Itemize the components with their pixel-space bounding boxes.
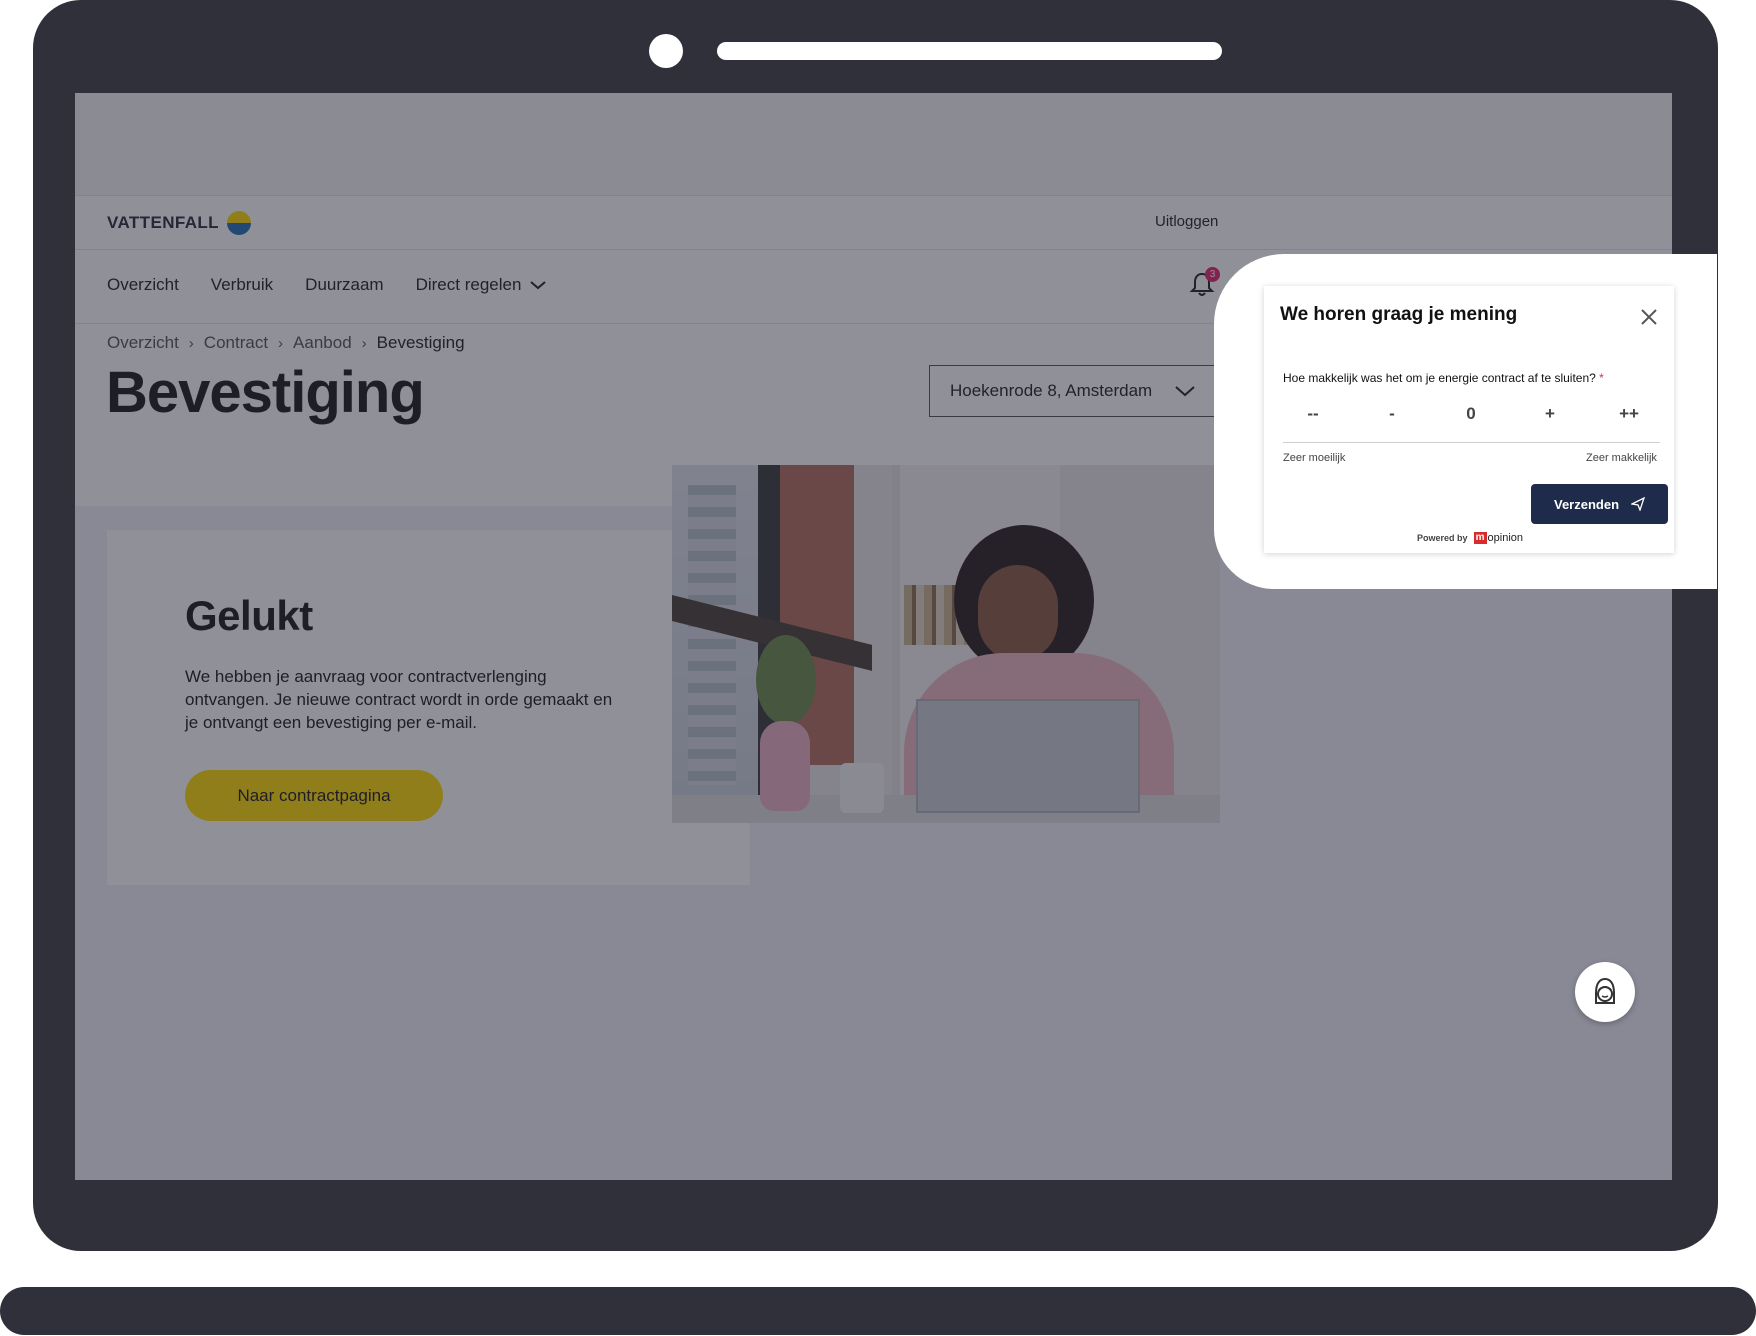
rating-label-high: Zeer makkelijk bbox=[1586, 452, 1657, 464]
required-marker: * bbox=[1599, 371, 1604, 385]
feedback-dialog: We horen graag je mening Hoe makkelijk w… bbox=[1264, 286, 1674, 553]
chat-button[interactable] bbox=[1575, 962, 1635, 1022]
rating-label-low: Zeer moeilijk bbox=[1283, 452, 1346, 464]
camera bbox=[649, 34, 683, 68]
chat-agent-icon bbox=[1595, 977, 1615, 1004]
powered-by: Powered by m opinion bbox=[1417, 532, 1523, 544]
powered-by-label: Powered by bbox=[1417, 533, 1468, 543]
feedback-title: We horen graag je mening bbox=[1280, 304, 1518, 325]
rating-option-easy[interactable]: + bbox=[1520, 404, 1580, 424]
feedback-question: Hoe makkelijk was het om je energie cont… bbox=[1283, 371, 1604, 385]
rating-option-hard[interactable]: - bbox=[1362, 404, 1422, 424]
send-button-label: Verzenden bbox=[1553, 496, 1620, 512]
mopinion-logo[interactable]: m opinion bbox=[1473, 532, 1523, 544]
rating-option-neutral[interactable]: 0 bbox=[1441, 404, 1501, 424]
rating-option-very-easy[interactable]: ++ bbox=[1599, 404, 1659, 424]
send-icon bbox=[1631, 497, 1646, 511]
feedback-question-text: Hoe makkelijk was het om je energie cont… bbox=[1283, 371, 1596, 385]
mopinion-name: opinion bbox=[1487, 532, 1523, 544]
send-button[interactable]: Verzenden bbox=[1531, 484, 1668, 524]
close-icon[interactable] bbox=[1638, 306, 1660, 328]
rating-scale-line bbox=[1283, 442, 1660, 443]
speaker-bar bbox=[717, 42, 1222, 60]
laptop-base bbox=[0, 1287, 1756, 1335]
rating-option-very-hard[interactable]: -- bbox=[1283, 404, 1343, 424]
mopinion-mark-icon: m bbox=[1473, 532, 1487, 544]
rating-scale: -- - 0 + ++ bbox=[1283, 404, 1659, 424]
